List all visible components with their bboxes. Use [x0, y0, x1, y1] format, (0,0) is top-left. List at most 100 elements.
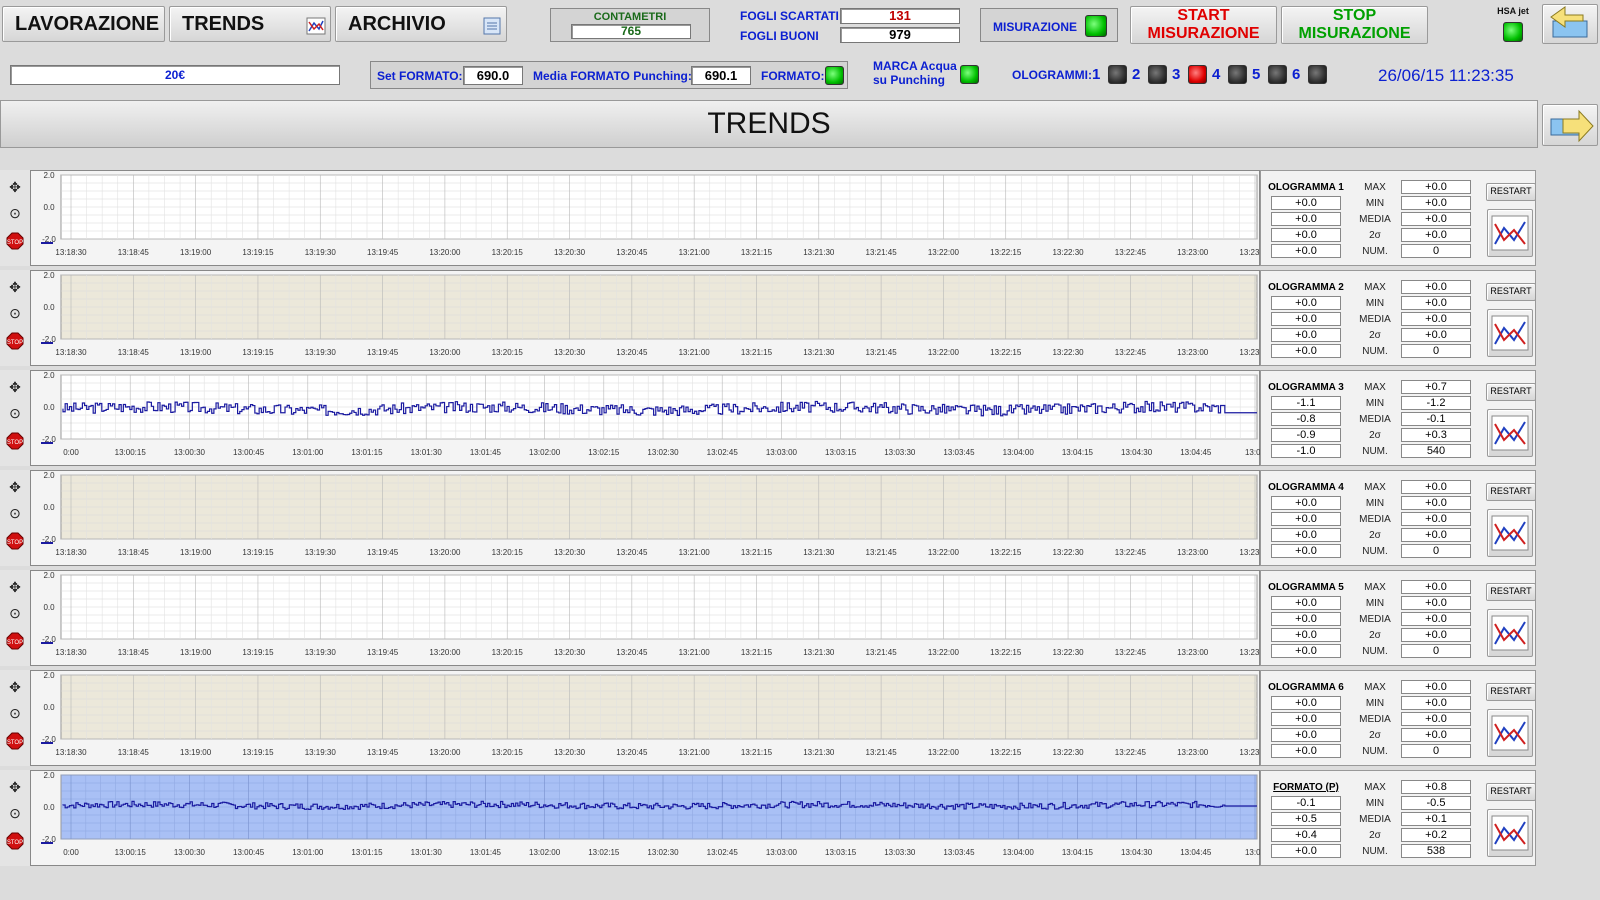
pan-icon[interactable]: ✥ [6, 378, 24, 396]
stat-label: MAX [1364, 682, 1386, 693]
pan-icon[interactable]: ✥ [6, 278, 24, 296]
pan-icon[interactable]: ✥ [6, 178, 24, 196]
tab-archivio[interactable]: ARCHIVIO [335, 6, 507, 42]
set-formato-value[interactable]: 690.0 [463, 66, 523, 85]
trend-plot[interactable]: 2.0 0.0 -2.0 13:18:30 13:18:45 13:19:00 13:19:… [30, 670, 1271, 766]
zoom-icon[interactable]: ⊙ [6, 304, 24, 322]
trend-view-button[interactable] [1487, 209, 1533, 257]
restart-button[interactable]: RESTART [1486, 483, 1536, 501]
x-tick-label: 13:23:15 [1239, 348, 1261, 357]
y-tick-label: 2.0 [43, 371, 55, 380]
restart-button[interactable]: RESTART [1486, 583, 1536, 601]
x-tick-label: 13:02:30 [647, 848, 679, 857]
restart-button[interactable]: RESTART [1486, 783, 1536, 801]
x-tick-label: 13:18:30 [55, 648, 87, 657]
stop-icon[interactable]: STOP [6, 832, 24, 850]
x-tick-label: 13:20:45 [616, 548, 648, 557]
stop-icon[interactable]: STOP [6, 732, 24, 750]
pan-icon[interactable]: ✥ [6, 678, 24, 696]
chart-tools: ✥ ⊙ STOP [0, 770, 31, 866]
back-button[interactable] [1542, 4, 1598, 44]
stop-icon[interactable]: STOP [6, 532, 24, 550]
x-tick-label: 13:19:45 [367, 348, 399, 357]
contametri-panel: CONTAMETRI 765 [550, 8, 710, 42]
x-tick-label: 13:22:15 [990, 748, 1022, 757]
x-tick-label: 13:22:00 [928, 348, 960, 357]
x-tick-label: 13:20:45 [616, 748, 648, 757]
zoom-icon[interactable]: ⊙ [6, 204, 24, 222]
stat-label: MAX [1364, 582, 1386, 593]
stop-icon[interactable]: STOP [6, 632, 24, 650]
zoom-icon[interactable]: ⊙ [6, 504, 24, 522]
stat-label: NUM. [1362, 446, 1388, 457]
restart-button[interactable]: RESTART [1486, 183, 1536, 201]
restart-button[interactable]: RESTART [1486, 683, 1536, 701]
ologramma-led [1268, 65, 1287, 84]
recent-value: +0.0 [1271, 528, 1341, 542]
trend-view-button[interactable] [1487, 609, 1533, 657]
restart-button[interactable]: RESTART [1486, 383, 1536, 401]
stat-value: +0.0 [1401, 196, 1471, 210]
trend-plot[interactable]: 2.0 0.0 -2.0 0:00 13:00:15 13:00:30 13:00:45 13… [30, 370, 1266, 466]
trend-view-button[interactable] [1487, 709, 1533, 757]
stop-icon[interactable]: STOP [6, 332, 24, 350]
x-tick-label: 13:23:15 [1239, 648, 1261, 657]
back-arrow-icon [1550, 6, 1588, 38]
tab-lavorazione[interactable]: LAVORAZIONE [2, 6, 165, 42]
pan-icon[interactable]: ✥ [6, 578, 24, 596]
trend-plot-svg: 2.00.0-2.013:18:30 13:18:45 13:19:00 13:19:… [41, 271, 1271, 357]
next-button[interactable] [1542, 104, 1598, 146]
stat-value: 0 [1401, 244, 1471, 258]
trend-chart-icon [1491, 415, 1529, 451]
formato-led [825, 66, 844, 85]
x-tick-label: 13:03:00 [766, 448, 798, 457]
x-tick-label: 13:22:00 [928, 248, 960, 257]
x-tick-label: 13:23:00 [1177, 348, 1209, 357]
y-tick-label: 0.0 [43, 203, 55, 212]
stat-value: +0.7 [1401, 380, 1471, 394]
x-tick-label: 13:21:15 [741, 648, 773, 657]
recent-value: +0.4 [1271, 828, 1341, 842]
hsa-jet-label: HSA jet [1497, 6, 1529, 16]
stop-icon[interactable]: STOP [6, 432, 24, 450]
trend-plot[interactable]: 2.0 0.0 -2.0 13:18:30 13:18:45 13:19:00 13:19:… [30, 170, 1271, 266]
pan-icon[interactable]: ✥ [6, 778, 24, 796]
x-tick-label: 13:18:45 [118, 548, 150, 557]
start-misurazione-button[interactable]: START MISURAZIONE [1130, 6, 1277, 44]
trend-plot[interactable]: 2.0 0.0 -2.0 0:00 13:00:15 13:00:30 13:00:45 13… [30, 770, 1266, 866]
x-tick-label: 13:19:45 [367, 748, 399, 757]
x-tick-label: 13:23:00 [1177, 248, 1209, 257]
restart-button[interactable]: RESTART [1486, 283, 1536, 301]
zoom-icon[interactable]: ⊙ [6, 604, 24, 622]
ologramma-number: 2 [1132, 66, 1141, 83]
tab-label: LAVORAZIONE [15, 12, 160, 35]
trend-plot[interactable]: 2.0 0.0 -2.0 13:18:30 13:18:45 13:19:00 13:19:… [30, 470, 1271, 566]
ologrammi-indicators: 1 2 3 4 5 6 [1092, 64, 1332, 86]
x-tick-label: 13:18:30 [55, 548, 87, 557]
trend-plot[interactable]: 2.0 0.0 -2.0 13:18:30 13:18:45 13:19:00 13:19:… [30, 570, 1271, 666]
x-tick-label: 13:18:45 [118, 748, 150, 757]
x-tick-label: 13:21:00 [679, 648, 711, 657]
trend-plot[interactable]: 2.0 0.0 -2.0 13:18:30 13:18:45 13:19:00 13:19:… [30, 270, 1271, 366]
stop-icon[interactable]: STOP [6, 232, 24, 250]
stat-label: 2σ [1369, 830, 1381, 841]
pan-icon[interactable]: ✥ [6, 478, 24, 496]
x-tick-label: 13:19:45 [367, 248, 399, 257]
tab-trends[interactable]: TRENDS [169, 6, 331, 42]
zoom-icon[interactable]: ⊙ [6, 404, 24, 422]
x-tick-label: 13:19:30 [305, 348, 337, 357]
trend-view-button[interactable] [1487, 509, 1533, 557]
stat-label: MIN [1365, 198, 1385, 209]
fogli-buoni-value: 979 [840, 27, 960, 43]
banknote-denomination: 20€ [10, 65, 340, 85]
stop-misurazione-button[interactable]: STOP MISURAZIONE [1281, 6, 1428, 44]
trend-view-button[interactable] [1487, 409, 1533, 457]
x-tick-label: 13:00:15 [115, 848, 147, 857]
trend-view-button[interactable] [1487, 309, 1533, 357]
x-tick-label: 13:23:00 [1177, 548, 1209, 557]
stat-value: +0.3 [1401, 428, 1471, 442]
trend-view-button[interactable] [1487, 809, 1533, 857]
zoom-icon[interactable]: ⊙ [6, 804, 24, 822]
x-tick-label: 13:00:30 [174, 448, 206, 457]
zoom-icon[interactable]: ⊙ [6, 704, 24, 722]
